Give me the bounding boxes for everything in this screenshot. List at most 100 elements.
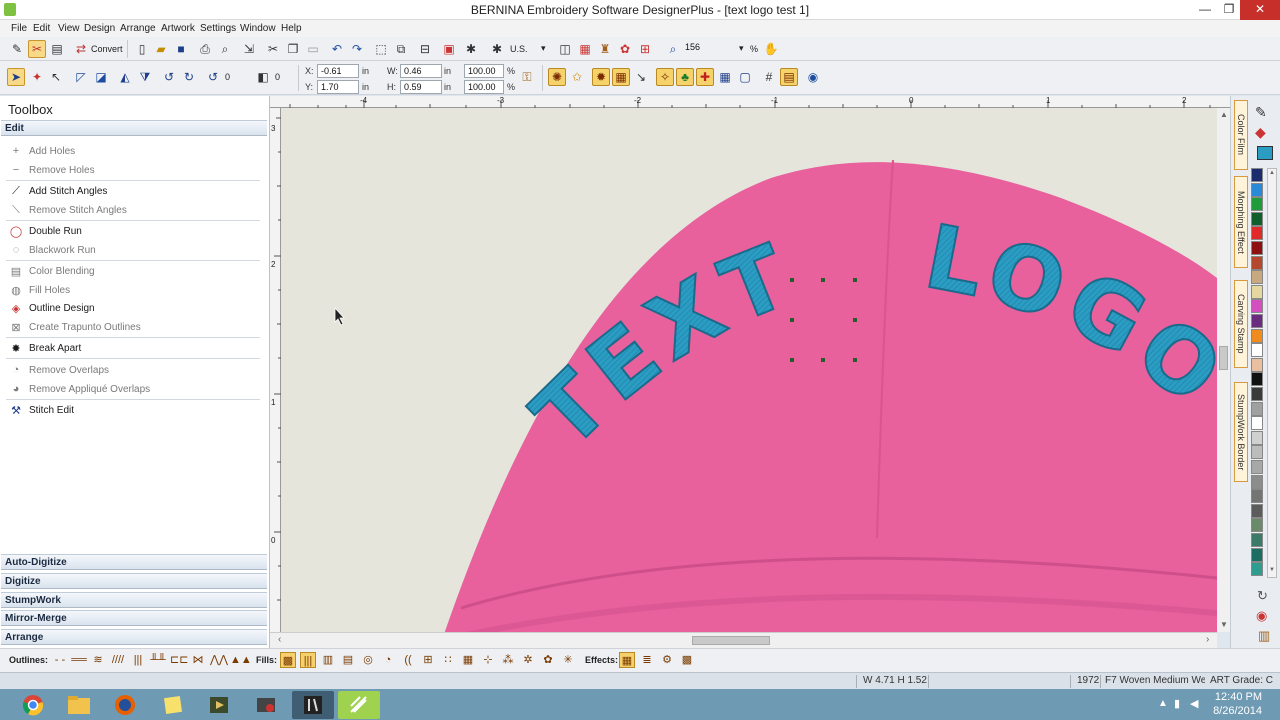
chevron-down-icon[interactable]: ▾ <box>739 43 744 54</box>
tool-add-holes[interactable]: + Add Holes <box>8 142 262 160</box>
screen-recorder-icon[interactable] <box>245 691 287 719</box>
section-digitize[interactable]: Digitize <box>1 573 267 589</box>
chrome-icon[interactable] <box>12 691 54 719</box>
tool-remove-applique-overlaps[interactable]: ◕ Remove Appliqué Overlaps <box>8 380 262 398</box>
frame-icon[interactable]: ▢ <box>736 68 754 86</box>
outline-motif-icon[interactable]: ⋈ <box>190 652 206 668</box>
pan-hand-icon[interactable]: ✋ <box>762 40 780 58</box>
palette-swatch[interactable] <box>1251 211 1263 226</box>
scroll-up-icon[interactable]: ▲ <box>1220 110 1228 119</box>
fill-stipple-icon[interactable]: ⁂ <box>500 652 516 668</box>
duplicate-icon[interactable]: ⧉ <box>392 40 410 58</box>
palette-swatch[interactable] <box>1251 226 1263 241</box>
cross-stitch-icon[interactable]: ✚ <box>696 68 714 86</box>
convert-label[interactable]: Convert <box>91 44 123 54</box>
fill-tatami-icon[interactable]: ▩ <box>280 652 296 668</box>
palette-swatch[interactable] <box>1251 255 1263 270</box>
fill-radial-icon[interactable]: ◎ <box>360 652 376 668</box>
bernina-icon[interactable] <box>338 691 380 719</box>
volume-icon[interactable]: ◀ <box>1190 697 1198 710</box>
outline-e-stitch-icon[interactable]: ⊏⊏ <box>170 652 188 668</box>
show-grid-icon[interactable]: ⊞ <box>636 40 654 58</box>
palette-swatch[interactable] <box>1251 343 1263 358</box>
fill-pattern-icon[interactable]: ▤ <box>340 652 356 668</box>
fill-satin-icon[interactable]: ||| <box>300 652 316 668</box>
network-icon[interactable]: ▮ <box>1174 697 1180 710</box>
status-fabric[interactable]: F7 Woven Medium Wei <box>1105 675 1205 686</box>
grid-fill-icon[interactable]: ▦ <box>612 68 630 86</box>
width-percent-field[interactable]: 100.00 <box>464 64 504 78</box>
new-file-icon[interactable]: ▯ <box>133 40 151 58</box>
convert-icon[interactable]: ⇄ <box>72 40 90 58</box>
palette-swatch[interactable] <box>1251 533 1263 547</box>
paste-icon[interactable]: ▭ <box>304 40 322 58</box>
grid-icon[interactable]: ▦ <box>716 68 734 86</box>
rotate-angle-value[interactable]: 0 <box>225 72 230 82</box>
palette-swatch[interactable] <box>1251 372 1263 387</box>
effect-wave-icon[interactable]: ≣ <box>639 652 655 668</box>
menu-settings[interactable]: Settings <box>200 23 236 34</box>
designerplus-icon[interactable] <box>292 691 334 719</box>
zoom-icon[interactable]: ⌕ <box>664 40 682 58</box>
menu-file[interactable]: File <box>11 23 27 34</box>
section-stumpwork[interactable]: StumpWork <box>1 592 267 608</box>
preview-mode-icon[interactable]: ▤ <box>48 40 66 58</box>
menu-view[interactable]: View <box>58 23 80 34</box>
tool-remove-holes[interactable]: − Remove Holes <box>8 161 262 179</box>
undo-icon[interactable]: ↶ <box>328 40 346 58</box>
fill-step-icon[interactable]: ▥ <box>320 652 336 668</box>
show-bitmap-icon[interactable]: ✿ <box>616 40 634 58</box>
menu-design[interactable]: Design <box>84 23 115 34</box>
palette-swatch[interactable] <box>1251 401 1263 416</box>
chevron-down-icon[interactable]: ▾ <box>541 43 546 54</box>
current-color-swatch[interactable] <box>1257 146 1273 160</box>
star-fill-icon[interactable]: ✩ <box>568 68 586 86</box>
tool-remove-overlaps[interactable]: ◔ Remove Overlaps <box>8 361 262 379</box>
print-preview-icon[interactable]: ⌕ <box>216 40 234 58</box>
fill-sculpted-icon[interactable]: ✲ <box>520 652 536 668</box>
y-position-field[interactable]: 1.70 <box>317 80 359 94</box>
palette-swatch[interactable] <box>1251 562 1263 577</box>
paint-bucket-icon[interactable]: ◆ <box>1255 124 1266 141</box>
select-arrow-icon[interactable]: ➤ <box>7 68 25 86</box>
palette-swatch[interactable] <box>1251 241 1263 255</box>
tab-stumpwork-border[interactable]: StumpWork Border <box>1234 382 1248 482</box>
palette-swatch[interactable] <box>1251 270 1263 285</box>
scroll-up-icon[interactable]: ▲ <box>1269 170 1275 176</box>
units-select[interactable]: U.S. <box>510 44 528 54</box>
scroll-right-icon[interactable]: › <box>1206 634 1209 645</box>
polygon-select-icon[interactable]: ✦ <box>28 68 46 86</box>
effect-settings-icon[interactable]: ⚙ <box>659 652 675 668</box>
palette-swatch[interactable] <box>1251 197 1263 212</box>
menu-edit[interactable]: Edit <box>33 23 50 34</box>
fill-trapunto-icon[interactable]: ⊹ <box>480 652 496 668</box>
slant-icon[interactable]: ◧ <box>254 68 272 86</box>
rotate-angle-icon[interactable]: ↺ <box>204 68 222 86</box>
palette-swatch[interactable] <box>1251 314 1263 328</box>
palette-swatch[interactable] <box>1251 182 1263 197</box>
firefox-icon[interactable] <box>104 691 146 719</box>
mirror-vertical-icon[interactable]: ⧩ <box>136 68 154 86</box>
palette-swatch[interactable] <box>1251 547 1263 562</box>
tool-create-trapunto-outlines[interactable]: ⊠ Create Trapunto Outlines <box>8 318 262 336</box>
fill-florentine-icon[interactable]: ✿ <box>540 652 556 668</box>
menu-artwork[interactable]: Artwork <box>161 23 195 34</box>
palette-swatch[interactable] <box>1251 328 1263 343</box>
refresh-icon[interactable]: ↻ <box>1257 588 1268 604</box>
tool-stitch-edit[interactable]: ⚒ Stitch Edit <box>8 401 262 419</box>
height-percent-field[interactable]: 100.00 <box>464 80 504 94</box>
menu-window[interactable]: Window <box>240 23 276 34</box>
save-icon[interactable]: ■ <box>172 40 190 58</box>
palette-swatch[interactable] <box>1251 168 1263 182</box>
tab-morphing-effect[interactable]: Morphing Effect <box>1234 176 1248 268</box>
palette-swatch[interactable] <box>1251 503 1263 518</box>
show-fabric-icon[interactable]: ▦ <box>576 40 594 58</box>
palette-swatch[interactable] <box>1251 387 1263 401</box>
outline-triple-run-icon[interactable]: ══ <box>71 652 87 668</box>
outline-satin-icon[interactable]: ||| <box>130 652 146 668</box>
zoom-field[interactable]: 156 <box>682 41 744 55</box>
edit-mode-icon[interactable]: ✎ <box>8 40 26 58</box>
cut-icon[interactable]: ✂ <box>264 40 282 58</box>
outline-candlewick-icon[interactable]: ▲▲ <box>230 652 252 668</box>
palette-swatch[interactable] <box>1251 416 1263 431</box>
